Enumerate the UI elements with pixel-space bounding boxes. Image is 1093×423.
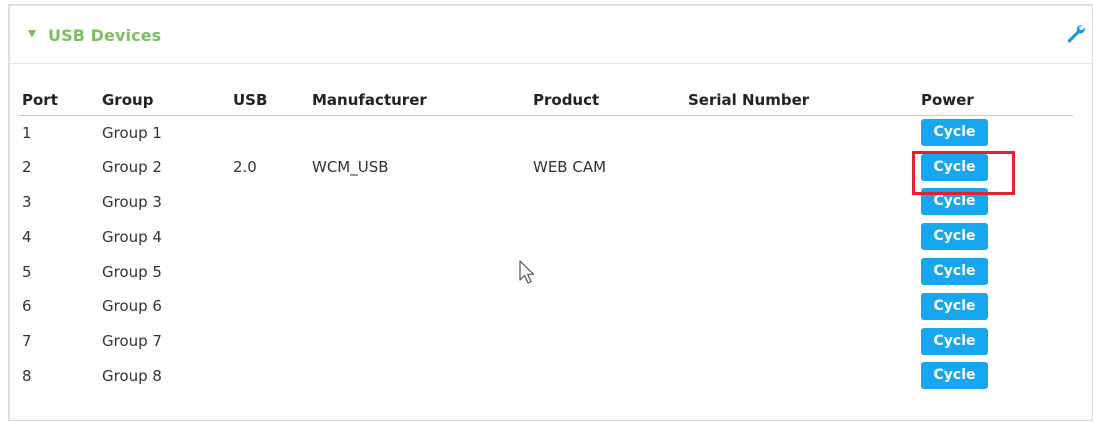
cell-group: Group 5 (102, 262, 162, 281)
table-row: 3 Group 3 Cycle (18, 185, 1073, 220)
table-header-row: Port Group USB Manufacturer Product Seri… (18, 84, 1073, 116)
cycle-button-port-3[interactable]: Cycle (921, 188, 988, 216)
cell-usb (229, 359, 308, 394)
cell-product (529, 254, 684, 289)
cell-group: Group 6 (102, 297, 162, 316)
table-row: 4 Group 4 Cycle (18, 219, 1073, 254)
cell-port: 5 (22, 262, 32, 281)
header-power: Power (917, 84, 1073, 116)
cell-usb: 2.0 (233, 158, 257, 177)
header-serial-number: Serial Number (684, 84, 917, 116)
cell-group: Group 1 (102, 123, 162, 142)
cell-serial-number (684, 359, 917, 394)
cell-usb (229, 254, 308, 289)
cell-manufacturer (308, 219, 529, 254)
cell-product: WEB CAM (533, 158, 607, 177)
cell-group: Group 4 (102, 227, 162, 246)
cycle-button-port-6[interactable]: Cycle (921, 292, 988, 320)
cell-manufacturer (308, 289, 529, 324)
cell-port: 6 (22, 297, 32, 316)
cell-serial-number (684, 289, 917, 324)
table-row: 1 Group 1 Cycle (18, 115, 1073, 150)
cell-product (529, 289, 684, 324)
cell-manufacturer (308, 324, 529, 359)
cell-port: 4 (22, 227, 32, 246)
cycle-button-port-5[interactable]: Cycle (921, 258, 988, 286)
cell-group: Group 3 (102, 192, 162, 211)
cell-serial-number (684, 254, 917, 289)
cell-port: 1 (22, 123, 32, 142)
cell-port: 3 (22, 192, 32, 211)
cell-power: Cycle (917, 289, 1073, 324)
cell-manufacturer: WCM_USB (312, 158, 389, 177)
cell-manufacturer (308, 115, 529, 150)
cell-usb (229, 324, 308, 359)
cell-port: 2 (22, 158, 32, 177)
header-product: Product (529, 84, 684, 116)
cell-serial-number (684, 219, 917, 254)
header-group: Group (98, 84, 229, 116)
cell-group: Group 2 (102, 158, 162, 177)
cell-product (529, 185, 684, 220)
usb-devices-table: Port Group USB Manufacturer Product Seri… (18, 84, 1073, 393)
cell-serial-number (684, 150, 917, 185)
cell-manufacturer (308, 359, 529, 394)
cell-power: Cycle (917, 254, 1073, 289)
cell-product (529, 324, 684, 359)
cell-manufacturer (308, 185, 529, 220)
cell-usb (229, 219, 308, 254)
header-manufacturer: Manufacturer (308, 84, 529, 116)
cell-group: Group 7 (102, 332, 162, 351)
header-port: Port (18, 84, 98, 116)
cell-power: Cycle (917, 150, 1073, 185)
cell-usb (229, 185, 308, 220)
table-row: 2 Group 2 2.0 WCM_USB WEB CAM Cycle (18, 150, 1073, 185)
cycle-button-port-7[interactable]: Cycle (921, 327, 988, 355)
cell-usb (229, 289, 308, 324)
cell-product (529, 115, 684, 150)
cell-power: Cycle (917, 219, 1073, 254)
cycle-button-port-1[interactable]: Cycle (921, 119, 988, 147)
cell-serial-number (684, 324, 917, 359)
cycle-button-port-8[interactable]: Cycle (921, 362, 988, 390)
wrench-icon[interactable] (1062, 23, 1086, 45)
cell-usb (229, 115, 308, 150)
cell-product (529, 219, 684, 254)
table-row: 6 Group 6 Cycle (18, 289, 1073, 324)
cell-product (529, 359, 684, 394)
mouse-pointer-icon (519, 260, 537, 286)
cell-power: Cycle (917, 324, 1073, 359)
cycle-button-port-2[interactable]: Cycle (921, 153, 988, 181)
panel-title: USB Devices (48, 26, 162, 45)
table-row: 5 Group 5 Cycle (18, 254, 1073, 289)
cell-group: Group 8 (102, 366, 162, 385)
cell-serial-number (684, 185, 917, 220)
panel-header: USB Devices (10, 6, 1092, 64)
cell-port: 7 (22, 332, 32, 351)
cell-serial-number (684, 115, 917, 150)
cell-power: Cycle (917, 359, 1073, 394)
table-row: 7 Group 7 Cycle (18, 324, 1073, 359)
cell-manufacturer (308, 254, 529, 289)
cell-power: Cycle (917, 115, 1073, 150)
cycle-button-port-4[interactable]: Cycle (921, 223, 988, 251)
cell-port: 8 (22, 366, 32, 385)
usb-devices-table-wrap: Port Group USB Manufacturer Product Seri… (18, 84, 1073, 393)
triangle-down-icon[interactable] (28, 30, 36, 38)
table-row: 8 Group 8 Cycle (18, 359, 1073, 394)
header-usb: USB (229, 84, 308, 116)
cell-power: Cycle (917, 185, 1073, 220)
